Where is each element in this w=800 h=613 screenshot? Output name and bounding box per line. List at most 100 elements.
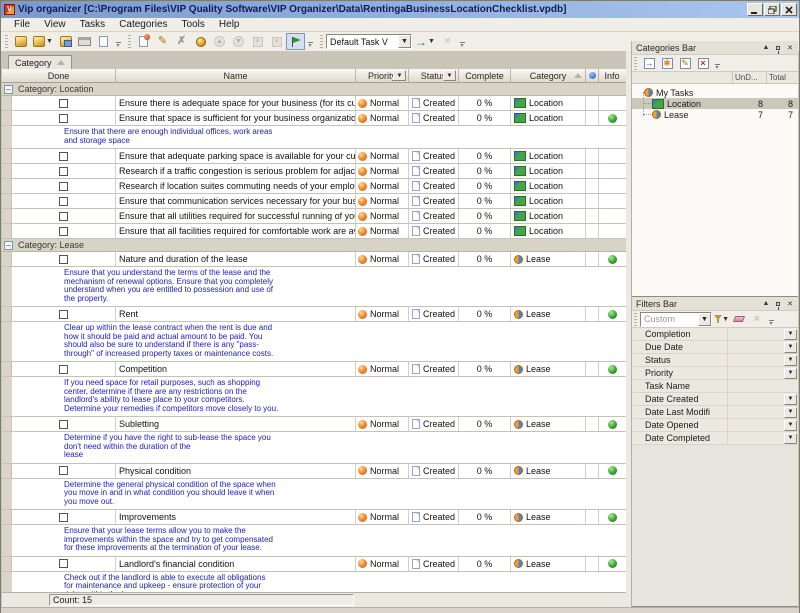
done-checkbox[interactable] xyxy=(59,559,68,568)
funnel-button[interactable]: ▼ xyxy=(712,312,730,327)
task-row[interactable]: Ensure there is adequate space for your … xyxy=(2,96,626,111)
edit-category-button[interactable]: ✎ xyxy=(676,56,694,71)
task-row[interactable]: RentNormalCreated0 %Lease xyxy=(2,307,626,322)
collapse-icon[interactable]: ▲ xyxy=(760,298,772,309)
toolbar-overflow-button[interactable]: ▾ xyxy=(713,55,721,72)
filter-preset-combo[interactable]: Custom ▼ xyxy=(640,312,712,327)
add-category-button[interactable]: → xyxy=(640,56,658,71)
preview-button[interactable] xyxy=(94,33,113,50)
filter-dropdown-button[interactable]: ▼ xyxy=(784,394,797,405)
done-checkbox[interactable] xyxy=(59,99,68,108)
eraser-button[interactable] xyxy=(730,312,748,327)
done-checkbox[interactable] xyxy=(59,466,68,475)
flag-button[interactable] xyxy=(286,33,305,50)
task-row[interactable]: Ensure that communication services neces… xyxy=(2,194,626,209)
filter-value[interactable] xyxy=(727,419,784,431)
column-header-done[interactable]: Done xyxy=(2,69,116,82)
filter-value[interactable] xyxy=(727,406,784,418)
menu-file[interactable]: File xyxy=(7,18,37,31)
filter-value[interactable] xyxy=(727,354,784,366)
done-checkbox[interactable] xyxy=(59,513,68,522)
task-row[interactable]: Landlord's financial conditionNormalCrea… xyxy=(2,557,626,572)
task-row[interactable]: Ensure that all utilities required for s… xyxy=(2,209,626,224)
menu-categories[interactable]: Categories xyxy=(112,18,174,31)
menu-tools[interactable]: Tools xyxy=(175,18,212,31)
task-row[interactable]: Ensure that all facilities required for … xyxy=(2,224,626,239)
done-checkbox[interactable] xyxy=(59,365,68,374)
column-header-category[interactable]: Category xyxy=(511,69,586,82)
done-checkbox[interactable] xyxy=(59,310,68,319)
restore-button[interactable] xyxy=(764,3,780,16)
tree-item-my-tasks[interactable]: My Tasks xyxy=(632,87,798,98)
filter-value[interactable] xyxy=(727,380,798,392)
toolbar-overflow-button[interactable]: ▾ xyxy=(767,311,775,328)
apply-view-button[interactable]: →▼ xyxy=(412,33,438,50)
filter-dropdown-button[interactable]: ▼ xyxy=(784,420,797,431)
filter-dropdown-button[interactable]: ▼ xyxy=(784,342,797,353)
add-subcategory-button[interactable]: ✱ xyxy=(658,56,676,71)
column-header-attachment[interactable] xyxy=(586,69,599,82)
new-task-button[interactable] xyxy=(134,33,153,50)
close-icon[interactable]: ✕ xyxy=(784,298,796,309)
pin-icon[interactable] xyxy=(772,42,784,53)
column-header-info[interactable]: Info xyxy=(599,69,625,82)
task-row[interactable]: ImprovementsNormalCreated0 %Lease xyxy=(2,510,626,525)
tree-item-location[interactable]: Location88 xyxy=(632,98,798,109)
collapse-group-icon[interactable]: – xyxy=(4,241,13,250)
filter-value[interactable] xyxy=(727,432,784,444)
collapse-group-icon[interactable]: – xyxy=(4,85,13,94)
tree-item-lease[interactable]: Lease77 xyxy=(632,109,798,120)
menu-view[interactable]: View xyxy=(37,18,73,31)
column-header-name[interactable]: Name xyxy=(116,69,356,82)
payment-button[interactable] xyxy=(191,33,210,50)
task-view-combo[interactable]: Default Task V▼ xyxy=(326,34,412,49)
delete-category-button[interactable]: × xyxy=(694,56,712,71)
filter-dropdown-button[interactable]: ▼ xyxy=(784,355,797,366)
minimize-button[interactable] xyxy=(747,3,763,16)
toolbar-overflow-button[interactable]: ▾ xyxy=(114,33,122,50)
task-row[interactable]: CompetitionNormalCreated0 %Lease xyxy=(2,362,626,377)
chevron-down-icon[interactable]: ▼ xyxy=(698,313,711,326)
chevron-down-icon[interactable]: ▼ xyxy=(398,35,411,48)
filter-dropdown-button[interactable]: ▼ xyxy=(784,407,797,418)
column-header-total[interactable]: Total xyxy=(766,72,798,83)
filter-value[interactable] xyxy=(727,341,784,353)
done-checkbox[interactable] xyxy=(59,212,68,221)
done-checkbox[interactable] xyxy=(59,152,68,161)
column-header-undone[interactable]: UnD... xyxy=(732,72,766,83)
save-database-button[interactable] xyxy=(56,33,75,50)
pin-icon[interactable] xyxy=(772,298,784,309)
filter-value[interactable] xyxy=(727,328,784,340)
filter-value[interactable] xyxy=(727,393,784,405)
task-row[interactable]: SublettingNormalCreated0 %Lease xyxy=(2,417,626,432)
done-checkbox[interactable] xyxy=(59,420,68,429)
filter-dropdown-button[interactable]: ▼ xyxy=(784,368,797,379)
task-row[interactable]: Ensure that adequate parking space is av… xyxy=(2,149,626,164)
menu-help[interactable]: Help xyxy=(212,18,247,31)
task-row[interactable]: Ensure that space is sufficient for your… xyxy=(2,111,626,126)
column-header-status[interactable]: Status ▼ xyxy=(409,69,459,82)
done-checkbox[interactable] xyxy=(59,167,68,176)
priority-filter-button[interactable]: ▼ xyxy=(393,70,406,81)
menu-tasks[interactable]: Tasks xyxy=(73,18,113,31)
close-icon[interactable]: ✕ xyxy=(784,42,796,53)
close-button[interactable] xyxy=(781,3,797,16)
task-row[interactable]: Research if a traffic congestion is seri… xyxy=(2,164,626,179)
task-row[interactable]: Nature and duration of the leaseNormalCr… xyxy=(2,252,626,267)
done-checkbox[interactable] xyxy=(59,114,68,123)
done-checkbox[interactable] xyxy=(59,255,68,264)
column-header-complete[interactable]: Complete xyxy=(459,69,511,82)
status-filter-button[interactable]: ▼ xyxy=(443,70,456,81)
filter-dropdown-button[interactable]: ▼ xyxy=(784,433,797,444)
category-group-row[interactable]: –Category: Location xyxy=(2,83,626,96)
done-checkbox[interactable] xyxy=(59,227,68,236)
collapse-icon[interactable]: ▲ xyxy=(760,42,772,53)
filter-dropdown-button[interactable]: ▼ xyxy=(784,329,797,340)
done-checkbox[interactable] xyxy=(59,182,68,191)
print-button[interactable] xyxy=(75,33,94,50)
task-row[interactable]: Research if location suites commuting ne… xyxy=(2,179,626,194)
toolbar-overflow-button[interactable]: ▾ xyxy=(306,33,314,50)
column-header-priority[interactable]: Priority ▼ xyxy=(356,69,409,82)
done-checkbox[interactable] xyxy=(59,197,68,206)
category-group-row[interactable]: –Category: Lease xyxy=(2,239,626,252)
